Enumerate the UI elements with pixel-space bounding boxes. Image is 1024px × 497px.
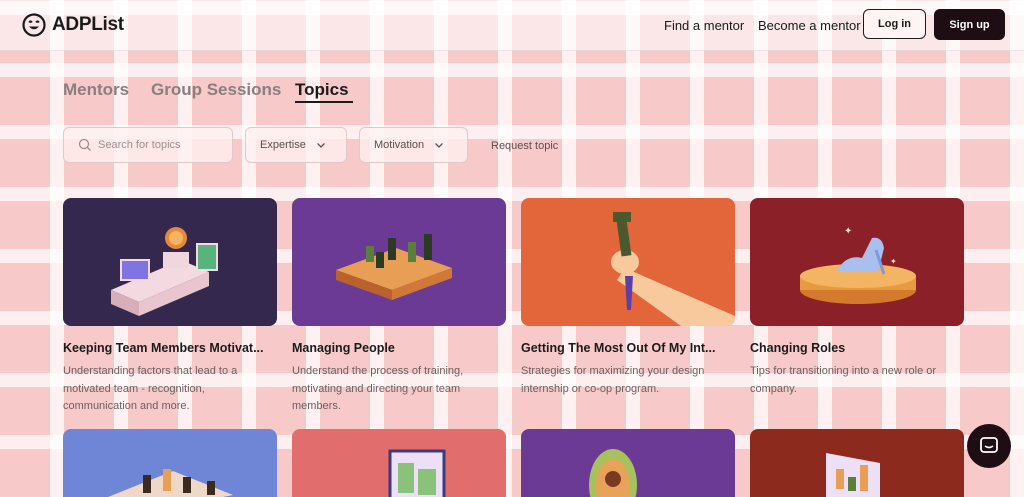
smiley-logo-icon [22,13,46,37]
signup-button[interactable]: Sign up [934,9,1005,40]
brand-name: ADPList [52,14,124,35]
topic-description: Tips for transitioning into a new role o… [750,365,937,395]
chat-icon [980,437,998,453]
topic-title[interactable]: Managing People [292,341,506,355]
tab-mentors[interactable]: Mentors [63,80,129,100]
topic-title[interactable]: Keeping Team Members Motivat... [63,341,277,355]
glass-slipper-illustration-icon: ✦ ✦ [800,226,916,304]
topic-card[interactable] [521,429,735,497]
raised-hand-illustration-icon [611,212,735,326]
topic-card[interactable]: Getting The Most Out Of My Int... Strate… [521,198,737,398]
request-topic-link[interactable]: Request topic [491,140,558,152]
top-navigation-bar: ADPList Find a mentor Become a mentor Lo… [0,0,1024,51]
topic-card[interactable]: Managing People Understand the process o… [292,198,508,416]
chevron-down-icon [435,143,444,148]
chevron-down-icon [316,143,325,148]
topic-card-image [521,198,735,326]
picture-frame-illustration-icon [388,449,446,497]
chat-button[interactable] [967,424,1011,468]
tab-group-sessions[interactable]: Group Sessions [151,80,281,100]
tab-topics[interactable]: Topics [295,80,349,100]
topic-card[interactable]: ✦ ✦ Changing Roles Tips for transitionin… [750,198,966,398]
mirror-illustration-icon [589,449,637,497]
podium-illustration-icon [111,227,218,316]
motivation-label: Motivation [374,139,425,151]
search-input[interactable]: Search for topics [63,127,233,163]
svg-text:✦: ✦ [844,226,852,237]
expertise-dropdown[interactable]: Expertise [245,127,347,163]
topic-title[interactable]: Getting The Most Out Of My Int... [521,341,735,355]
topic-title[interactable]: Changing Roles [750,341,964,355]
active-tab-indicator [295,101,353,103]
chart-board-illustration-icon [826,453,880,497]
topic-card[interactable]: Keeping Team Members Motivat... Understa… [63,198,279,416]
chess-pieces-illustration-icon [108,469,233,497]
search-icon [78,138,91,151]
topic-card-image [292,198,506,326]
topic-card-image: ✦ ✦ [750,198,964,326]
topic-card[interactable] [63,429,277,497]
login-button[interactable]: Log in [863,9,926,39]
become-mentor-link[interactable]: Become a mentor [758,18,861,33]
topic-description: Understand the process of training, moti… [292,365,464,412]
find-mentor-link[interactable]: Find a mentor [664,18,744,33]
search-placeholder: Search for topics [98,139,181,151]
adplist-logo[interactable]: ADPList [22,13,124,37]
topic-card[interactable] [292,429,506,497]
topic-description: Understanding factors that lead to a mot… [63,365,238,412]
topic-description: Strategies for maximizing your design in… [521,365,705,395]
chessboard-illustration-icon [336,234,452,300]
topic-card[interactable] [750,429,964,497]
topic-card-image [63,198,277,326]
expertise-label: Expertise [260,139,306,151]
svg-text:✦: ✦ [890,257,897,266]
motivation-dropdown[interactable]: Motivation [359,127,468,163]
